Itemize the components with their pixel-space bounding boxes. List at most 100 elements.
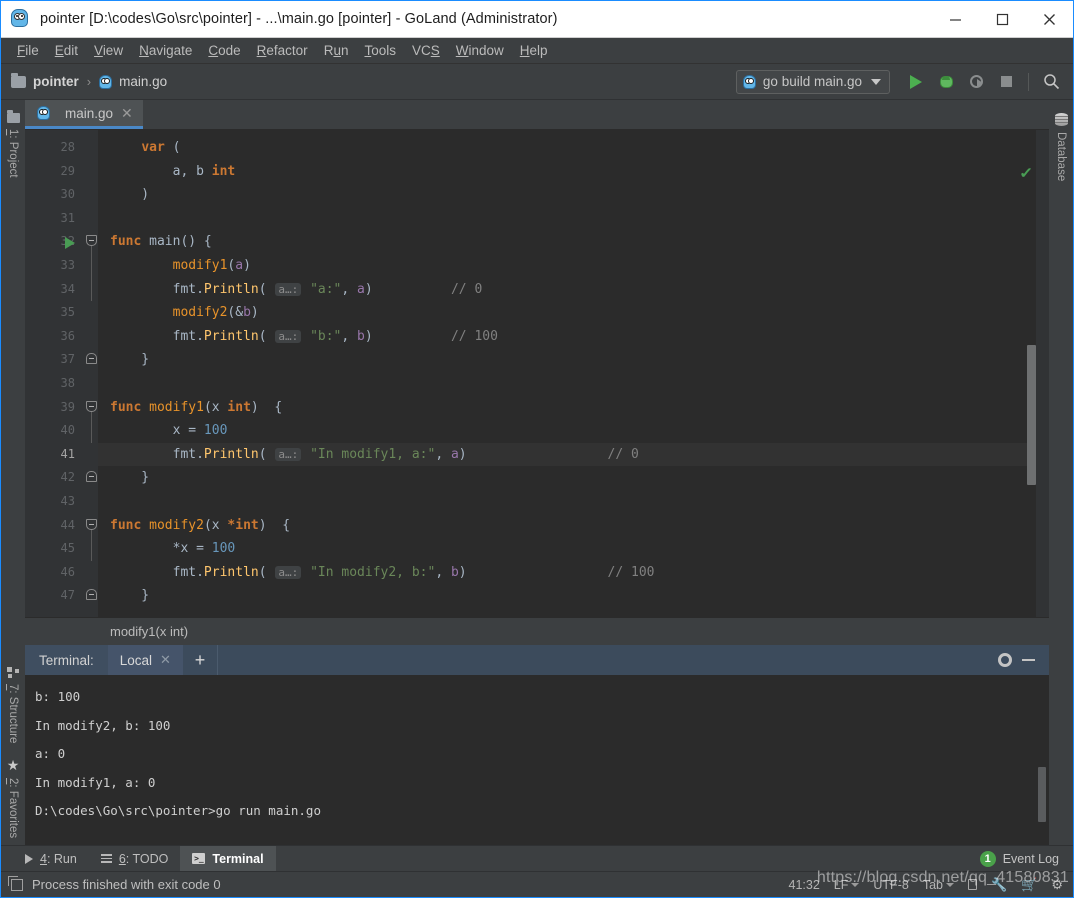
toolbar-divider [1028, 72, 1029, 91]
tool-tab-todo[interactable]: 6: TODO [89, 846, 181, 871]
fold-expand-icon[interactable] [86, 518, 97, 530]
help-icon[interactable]: ⚙ [1051, 877, 1063, 893]
parameter-hint: a…: [275, 447, 302, 461]
run-coverage-button[interactable] [962, 68, 990, 96]
maximize-button[interactable] [979, 1, 1026, 37]
code-line[interactable] [98, 372, 1049, 396]
code-token: ) [243, 257, 251, 273]
terminal-tab-local[interactable]: Local ✕ [107, 645, 183, 675]
code-line[interactable]: func modify2(x *int) { [98, 514, 1049, 538]
code-line[interactable]: a, b int [98, 160, 1049, 184]
terminal-tab-close-icon[interactable]: ✕ [160, 652, 171, 668]
fold-collapse-icon[interactable] [86, 471, 97, 483]
menu-help[interactable]: Help [512, 40, 556, 61]
fold-expand-icon[interactable] [86, 235, 97, 247]
code-token: 100 [203, 423, 228, 439]
lock-icon[interactable] [967, 879, 977, 890]
code-line[interactable]: fmt.Println( a…: "a:", a) // 0 [98, 278, 1049, 302]
sidebar-item-structure[interactable]: 7: Structure [5, 660, 21, 750]
caret-position[interactable]: 41:32 [789, 878, 820, 892]
code-token: x = [110, 423, 204, 439]
terminal-scrollbar[interactable] [1038, 767, 1046, 822]
code-line[interactable]: fmt.Println( a…: "In modify2, b:", b) //… [98, 561, 1049, 585]
code-line[interactable]: } [98, 584, 1049, 608]
menu-file[interactable]: File [9, 40, 47, 61]
code-line[interactable] [98, 207, 1049, 231]
breadcrumb-file[interactable]: main.go [119, 74, 167, 89]
code-line[interactable]: fmt.Println( a…: "b:", b) // 100 [98, 325, 1049, 349]
code-line[interactable]: func main() { [98, 230, 1049, 254]
code-token: ) [364, 281, 373, 297]
debug-button[interactable] [932, 68, 960, 96]
code-token: int [227, 399, 251, 415]
sidebar-item-favorites[interactable]: ★ 2: Favorites [5, 751, 22, 845]
code-token: ( [203, 399, 212, 415]
code-line[interactable]: x = 100 [98, 419, 1049, 443]
tab-main-go[interactable]: main.go ✕ [25, 100, 143, 129]
error-stripe-gutter[interactable] [1036, 130, 1049, 617]
tool-tab-terminal[interactable]: >_ Terminal [180, 846, 276, 871]
code-line[interactable]: modify2(&b) [98, 301, 1049, 325]
editor-vertical-scrollbar[interactable] [1027, 345, 1036, 485]
close-button[interactable] [1026, 1, 1073, 37]
menu-edit[interactable]: Edit [47, 40, 86, 61]
code-line[interactable] [98, 490, 1049, 514]
terminal-output[interactable]: b: 100 In modify2, b: 100 a: 0 In modify1, … [25, 675, 1049, 845]
encoding-selector[interactable]: UTF-8 [873, 878, 908, 892]
menu-navigate[interactable]: Navigate [131, 40, 200, 61]
event-log-button[interactable]: 1 Event Log [979, 846, 1073, 871]
search-everywhere-button[interactable] [1037, 68, 1065, 96]
code-token: ( [258, 446, 275, 462]
line-separator-selector[interactable]: LF [834, 878, 860, 892]
terminal-line: b: 100 [35, 689, 81, 704]
terminal-line: a: 0 [35, 746, 66, 762]
indent-selector[interactable]: Tab [923, 878, 954, 892]
inspection-ok-icon[interactable]: ✓ [1019, 164, 1033, 182]
code-folding-column[interactable] [85, 130, 98, 617]
fold-expand-icon[interactable] [86, 400, 97, 412]
menu-run[interactable]: Run [316, 40, 357, 61]
tab-close-icon[interactable]: ✕ [121, 106, 133, 120]
breadcrumb-project[interactable]: pointer [33, 74, 79, 89]
new-terminal-button[interactable]: + [182, 645, 217, 675]
editor-breadcrumb-label[interactable]: modify1(x int) [110, 624, 188, 639]
left-tool-rail: 1: Project 7: Structure ★ 2: Favorites [1, 100, 25, 845]
code-token: fmt. [110, 446, 204, 462]
fold-collapse-icon[interactable] [86, 589, 97, 601]
minimize-icon[interactable] [1022, 659, 1035, 661]
menu-view[interactable]: View [86, 40, 131, 61]
wrench-icon[interactable]: 🔧 [991, 877, 1007, 893]
code-line[interactable]: } [98, 466, 1049, 490]
code-line[interactable]: fmt.Println( a…: "In modify1, a:", a) //… [98, 442, 1049, 467]
sidebar-item-database[interactable]: Database [1053, 106, 1070, 188]
code-line[interactable]: } [98, 348, 1049, 372]
code-line[interactable]: func modify1(x int) { [98, 396, 1049, 420]
code-line[interactable]: modify1(a) [98, 254, 1049, 278]
terminal-line: In modify1, a: 0 [35, 774, 156, 790]
terminal-header: Terminal: Local ✕ + [25, 645, 1049, 675]
sidebar-item-project[interactable]: 1: Project [5, 106, 22, 185]
code-text-area[interactable]: var ( a, b int ) func main() { modify1(a… [98, 130, 1049, 617]
menu-vcs[interactable]: VCS [404, 40, 448, 61]
code-line[interactable]: var ( [98, 136, 1049, 160]
trolley-icon[interactable]: 🛒 [1021, 877, 1037, 893]
run-button[interactable] [902, 68, 930, 96]
code-line[interactable]: ) [98, 183, 1049, 207]
run-configuration-selector[interactable]: go build main.go [735, 69, 890, 94]
menu-window[interactable]: Window [448, 40, 512, 61]
gutter-run-icon[interactable] [65, 237, 75, 250]
tool-tab-run[interactable]: 4: Run [13, 846, 89, 871]
fold-collapse-icon[interactable] [86, 353, 97, 365]
minimize-button[interactable] [932, 1, 979, 37]
status-window-icon[interactable] [8, 875, 23, 891]
editor-gutter[interactable]: 28 29 30 31 32 33 34 35 36 37 38 39 40 41 42 43 44 45 46 47 [25, 130, 85, 617]
menu-tools[interactable]: Tools [356, 40, 404, 61]
code-line[interactable]: *x = 100 [98, 537, 1049, 561]
gear-icon[interactable] [998, 653, 1012, 667]
main-body: 1: Project 7: Structure ★ 2: Favorites m… [1, 100, 1073, 845]
menu-code[interactable]: Code [200, 40, 248, 61]
menu-refactor[interactable]: Refactor [249, 40, 316, 61]
code-token: x [211, 399, 228, 415]
code-token: fmt. [110, 564, 204, 580]
stop-button[interactable] [992, 68, 1020, 96]
